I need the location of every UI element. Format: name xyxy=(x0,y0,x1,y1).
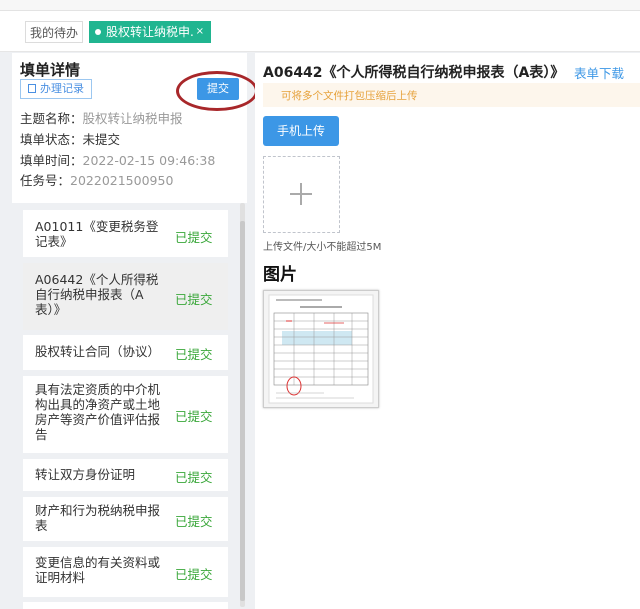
hint-bar: 可将多个文件打包压缩后上传 xyxy=(263,83,640,107)
field-label: 填单状态： xyxy=(20,132,83,147)
download-link[interactable]: 表单下载 xyxy=(574,63,624,82)
status-badge: 已提交 xyxy=(175,347,213,362)
left-panel: 填单详情 办理记录 提交 主题名称：股权转让纳税申报 填单状态：未提交 填单时间… xyxy=(12,53,258,609)
detail-card: 填单详情 办理记录 提交 主题名称：股权转让纳税申报 填单状态：未提交 填单时间… xyxy=(12,53,258,198)
right-panel: A06442《个人所得税自行纳税申报表（A表）》 表单下载 可将多个文件打包压缩… xyxy=(255,53,640,609)
annotation-circle xyxy=(176,71,258,111)
status-badge: 已提交 xyxy=(175,514,213,529)
document-name: 变更信息的有关资料或证明材料 xyxy=(35,555,161,585)
document-name: A01011《变更税务登记表》 xyxy=(35,219,159,249)
field-time: 填单时间：2022-02-15 09:46:38 xyxy=(20,150,215,169)
document-name: A06442《个人所得税自行纳税申报表（A表）》 xyxy=(35,272,159,317)
list-item[interactable]: 具有法定资质的中介机构出具的净资产或土地房产等资产价值评估报告 已提交 xyxy=(23,376,228,453)
field-label: 任务号： xyxy=(20,173,71,188)
field-status: 填单状态：未提交 xyxy=(20,129,120,148)
status-badge: 已提交 xyxy=(175,230,213,245)
mobile-upload-button[interactable]: 手机上传 xyxy=(263,116,339,146)
field-value: 2022021500950 xyxy=(70,173,174,188)
status-badge: 已提交 xyxy=(175,292,213,307)
list-item[interactable] xyxy=(23,602,228,609)
active-dot-icon xyxy=(95,29,101,35)
close-icon[interactable]: × xyxy=(196,21,204,43)
field-value: 2022-02-15 09:46:38 xyxy=(82,153,216,168)
document-icon xyxy=(28,84,36,93)
hint-text: 可将多个文件打包压缩后上传 xyxy=(281,90,418,102)
detail-title: 填单详情 xyxy=(20,61,81,79)
document-name: 具有法定资质的中介机构出具的净资产或土地房产等资产价值评估报告 xyxy=(35,382,161,442)
record-button-label: 办理记录 xyxy=(40,82,84,95)
scrollbar[interactable] xyxy=(240,203,245,607)
list-item[interactable]: 股权转让合同（协议） 已提交 xyxy=(23,335,228,370)
list-item[interactable]: 变更信息的有关资料或证明材料 已提交 xyxy=(23,547,228,597)
field-label: 主题名称： xyxy=(20,111,83,126)
record-button[interactable]: 办理记录 xyxy=(20,79,92,99)
document-name: 转让双方身份证明 xyxy=(35,467,136,482)
list-item[interactable]: A06442《个人所得税自行纳税申报表（A表）》 已提交 xyxy=(23,263,228,330)
form-title: A06442《个人所得税自行纳税申报表（A表）》 xyxy=(263,65,565,81)
status-badge: 已提交 xyxy=(175,567,213,582)
list-item[interactable]: A01011《变更税务登记表》 已提交 xyxy=(23,210,228,257)
document-name: 股权转让合同（协议） xyxy=(35,344,161,359)
list-item[interactable]: 财产和行为税纳税申报表 已提交 xyxy=(23,497,228,541)
document-list: A01011《变更税务登记表》 已提交 A06442《个人所得税自行纳税申报表（… xyxy=(12,203,247,609)
field-value: 股权转让纳税申报 xyxy=(82,111,183,126)
field-label: 填单时间： xyxy=(20,153,83,168)
document-preview-icon xyxy=(264,291,378,407)
field-task-number: 任务号：2022021500950 xyxy=(20,170,173,189)
tab-label: 股权转让纳税申... xyxy=(106,25,194,39)
scroll-thumb[interactable] xyxy=(240,221,245,601)
field-subject: 主题名称：股权转让纳税申报 xyxy=(20,108,183,127)
tab-my-todo[interactable]: 我的待办 xyxy=(25,21,83,43)
list-item[interactable]: 转让双方身份证明 已提交 xyxy=(23,459,228,491)
image-thumbnail[interactable] xyxy=(263,290,379,408)
top-strip xyxy=(0,0,640,11)
tab-bar: 我的待办 股权转让纳税申... × xyxy=(0,11,640,52)
status-badge: 已提交 xyxy=(175,409,213,424)
document-name: 财产和行为税纳税申报表 xyxy=(35,503,161,533)
images-heading: 图片 xyxy=(263,265,297,285)
field-value: 未提交 xyxy=(82,132,121,147)
upload-box[interactable] xyxy=(263,156,340,233)
plus-icon xyxy=(290,183,312,205)
upload-hint: 上传文件/大小不能超过5M xyxy=(263,242,382,253)
tab-equity-transfer[interactable]: 股权转让纳税申... × xyxy=(89,21,211,43)
status-badge: 已提交 xyxy=(175,470,213,485)
